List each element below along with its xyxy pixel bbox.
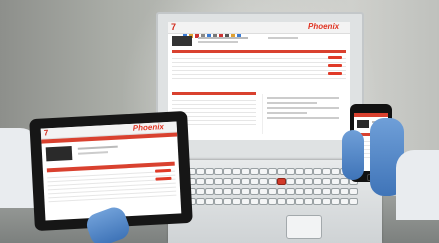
key[interactable] [286,188,295,195]
key[interactable] [268,188,277,195]
title-bar [354,113,388,117]
table-row[interactable] [172,75,346,79]
key[interactable] [304,178,313,185]
key[interactable] [205,198,214,205]
key[interactable] [232,178,241,185]
key[interactable] [331,168,340,175]
text-line [268,37,298,39]
trackpad[interactable] [286,215,322,239]
key[interactable] [277,168,286,175]
key[interactable] [322,198,331,205]
key[interactable] [268,178,277,185]
key[interactable] [322,168,331,175]
key[interactable] [196,168,205,175]
key[interactable] [250,188,259,195]
terminal-toolbar: 7 Phoenix [168,22,350,38]
key[interactable] [313,178,322,185]
key[interactable] [259,198,268,205]
key[interactable] [349,188,358,195]
text-line [77,145,118,150]
key[interactable] [295,198,304,205]
key[interactable] [214,178,223,185]
key[interactable] [196,178,205,185]
status-badge [328,64,342,67]
status-badge [328,56,342,59]
right-glove-thumb [342,130,364,180]
key[interactable] [313,168,322,175]
product-thumbnail [357,120,369,128]
key[interactable] [223,188,232,195]
key[interactable] [331,198,340,205]
key[interactable] [286,198,295,205]
text-line [198,37,248,39]
key[interactable] [331,188,340,195]
key[interactable] [313,188,322,195]
key[interactable] [286,178,295,185]
product-thumbnail [172,36,192,46]
key[interactable] [214,188,223,195]
key[interactable] [277,188,286,195]
tablet-screen: 7 Phoenix [40,121,182,221]
key[interactable] [268,168,277,175]
key[interactable] [259,168,268,175]
key[interactable] [268,198,277,205]
key[interactable] [331,178,340,185]
key[interactable] [340,188,349,195]
terminal-screen: 7 Phoenix [168,22,350,140]
key[interactable] [313,198,322,205]
key[interactable] [250,168,259,175]
data-table [47,167,177,203]
detail-panel [262,94,343,134]
key[interactable] [241,198,250,205]
key[interactable] [277,198,286,205]
key[interactable] [232,198,241,205]
key[interactable] [322,178,331,185]
table-header [172,92,256,95]
key[interactable] [304,168,313,175]
key[interactable] [286,168,295,175]
key[interactable] [250,198,259,205]
text-line [77,151,109,155]
key[interactable] [322,188,331,195]
brand-logo: Phoenix [308,22,340,31]
key[interactable] [214,198,223,205]
key[interactable] [223,178,232,185]
key[interactable] [259,188,268,195]
key[interactable] [295,188,304,195]
key[interactable] [232,168,241,175]
table-header [172,50,346,53]
data-table [172,55,346,79]
key[interactable] [241,168,250,175]
key[interactable] [223,168,232,175]
key[interactable] [304,188,313,195]
key[interactable] [241,178,250,185]
key[interactable] [295,178,304,185]
key[interactable] [259,178,268,185]
red-key[interactable] [277,178,286,185]
key[interactable] [304,198,313,205]
key[interactable] [196,198,205,205]
key[interactable] [349,198,358,205]
right-sleeve [396,150,439,220]
key[interactable] [232,188,241,195]
key[interactable] [205,178,214,185]
product-thumbnail [45,146,73,162]
key[interactable] [196,188,205,195]
key[interactable] [340,198,349,205]
text-line [198,41,238,43]
key[interactable] [295,168,304,175]
brand-logo: Phoenix [132,122,165,133]
logo-mark-icon: 7 [43,128,49,138]
logo-mark-icon: 7 [171,22,177,32]
photo-scene: 7 Phoenix 7 Phoenix [0,0,439,243]
key[interactable] [214,168,223,175]
key[interactable] [223,198,232,205]
key[interactable] [205,188,214,195]
key[interactable] [250,178,259,185]
key[interactable] [241,188,250,195]
status-badge [328,72,342,75]
key[interactable] [205,168,214,175]
